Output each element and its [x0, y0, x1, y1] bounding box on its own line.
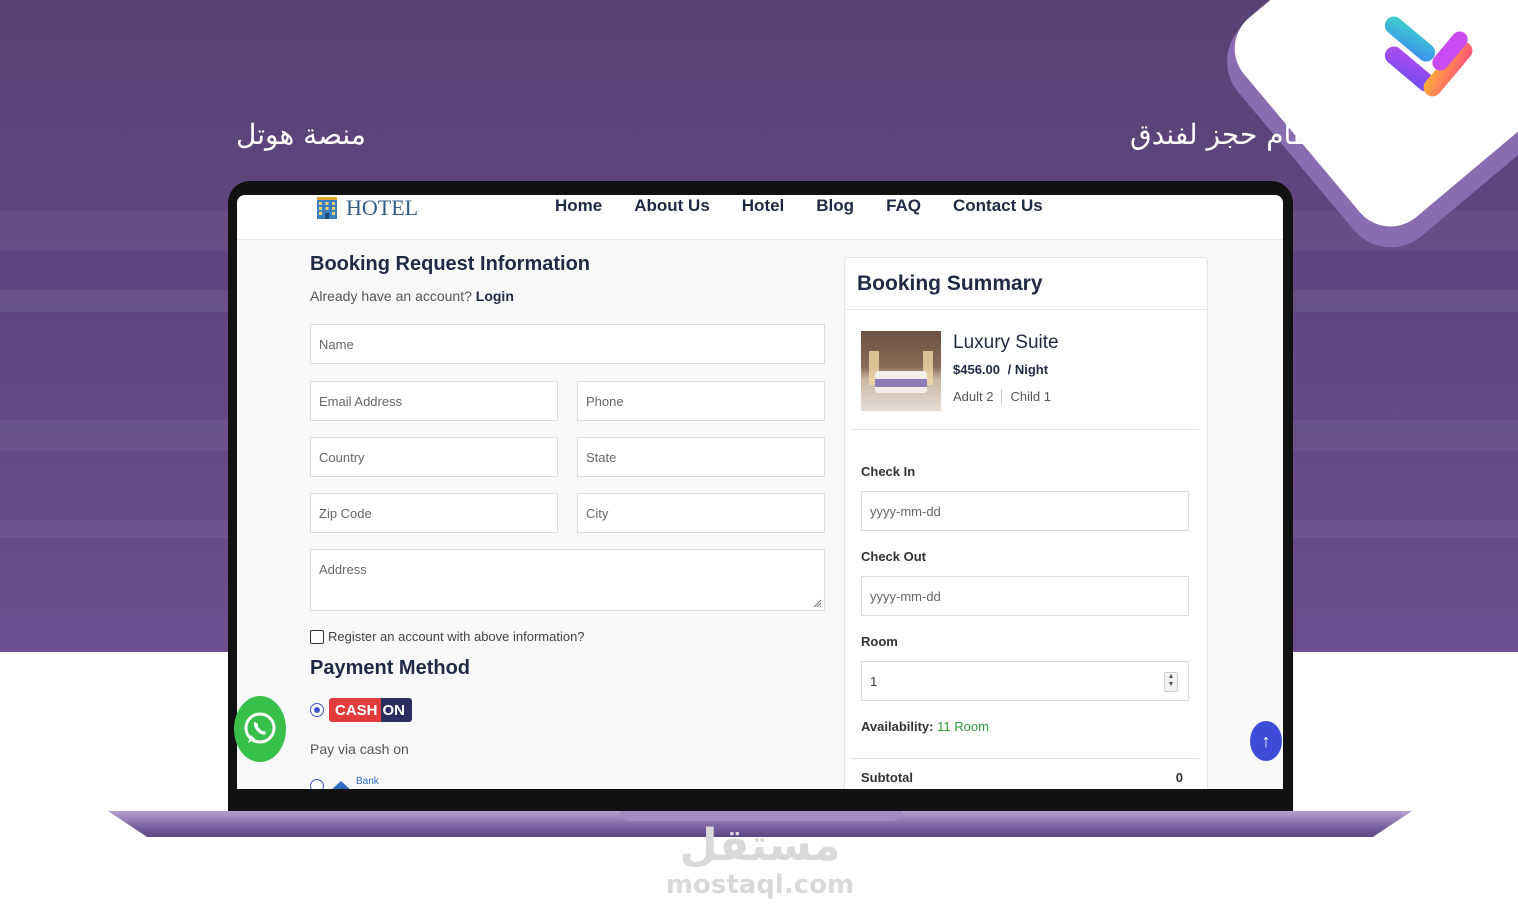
nav-menu: Home About Us Hotel Blog FAQ Contact Us	[555, 195, 1075, 216]
payment-method-title: Payment Method	[310, 657, 471, 679]
booking-form-header: Booking Request Information Already have…	[310, 253, 826, 304]
room-label: Room	[861, 634, 898, 649]
banner-title-left: منصة هوتل	[236, 118, 366, 151]
bank-label: Bank	[356, 775, 379, 787]
scroll-to-top-button[interactable]: ↑	[1250, 721, 1282, 761]
laptop-screen: HOTEL Home About Us Hotel Blog FAQ Conta…	[237, 195, 1283, 789]
subtotal-row: Subtotal 0	[861, 770, 1183, 785]
hotel-building-icon	[317, 197, 337, 219]
register-label: Register an account with above informati…	[328, 629, 585, 644]
room-price-unit: / Night	[1007, 362, 1049, 377]
whatsapp-icon	[244, 712, 276, 744]
email-input[interactable]: Email Address	[310, 381, 558, 421]
occupancy-divider	[1001, 389, 1003, 405]
site-logo[interactable]: HOTEL	[315, 195, 418, 221]
whatsapp-button[interactable]	[234, 696, 286, 762]
mostaql-watermark: مستقل mostaql.com	[660, 820, 860, 901]
cash-badge-navy: ON	[380, 698, 413, 722]
cash-badge-red: CASH	[329, 698, 381, 722]
availability-value: 11 Room	[937, 719, 989, 734]
check-out-label: Check Out	[861, 549, 927, 564]
cash-payment-option[interactable]: CASH ON	[310, 698, 413, 722]
check-in-label: Check In	[861, 464, 916, 479]
nav-home-link[interactable]: Home	[555, 195, 602, 216]
check-in-input[interactable]: yyyy-mm-dd	[861, 491, 1189, 531]
account-prompt: Already have an account? Login	[310, 288, 826, 304]
nav-blog-link[interactable]: Blog	[816, 195, 854, 216]
top-navbar: HOTEL Home About Us Hotel Blog FAQ Conta…	[237, 195, 1283, 240]
nav-hotel-link[interactable]: Hotel	[742, 195, 785, 216]
address-textarea[interactable]: Address	[310, 549, 825, 611]
watermark-arabic: مستقل	[679, 820, 841, 871]
country-input[interactable]: Country	[310, 437, 558, 477]
zip-code-input[interactable]: Zip Code	[310, 493, 558, 533]
booking-title: Booking Request Information	[310, 253, 590, 275]
room-quantity-value: 1	[870, 673, 878, 689]
resize-handle-icon[interactable]	[812, 598, 822, 608]
brand-logo-icon	[1384, 16, 1473, 97]
availability-label: Availability:	[861, 719, 934, 734]
address-placeholder: Address	[319, 562, 367, 577]
bank-payment-option[interactable]: Bank	[310, 775, 379, 789]
room-price: $456.00 / Night	[953, 362, 1048, 377]
banner-title-right: نظام حجز لفندق	[1130, 118, 1323, 151]
booking-summary-card: Booking Summary Luxury Suite $456.00 / N…	[844, 257, 1208, 789]
room-occupancy: Adult 2 Child 1	[953, 389, 1051, 405]
subtotal-label: Subtotal	[861, 770, 913, 785]
cash-radio[interactable]	[310, 703, 324, 717]
register-checkbox[interactable]	[310, 629, 324, 644]
nav-about-link[interactable]: About Us	[634, 195, 710, 216]
room-thumbnail	[861, 331, 941, 411]
subtotal-value: 0	[1175, 770, 1183, 785]
state-input[interactable]: State	[577, 437, 825, 477]
cash-on-badge: CASH ON	[329, 698, 413, 722]
summary-divider	[851, 429, 1199, 430]
room-quantity-input[interactable]: 1 ▲ ▼	[861, 661, 1189, 701]
cash-payment-description: Pay via cash on	[310, 741, 409, 757]
watermark-latin: mostaql.com	[665, 870, 855, 900]
check-out-input[interactable]: yyyy-mm-dd	[861, 576, 1189, 616]
bank-icon	[332, 781, 350, 789]
room-stepper-icon[interactable]: ▲ ▼	[1164, 672, 1178, 692]
nav-contact-link[interactable]: Contact Us	[953, 195, 1043, 216]
phone-input[interactable]: Phone	[577, 381, 825, 421]
children-count: Child 1	[1010, 389, 1051, 404]
name-input[interactable]: Name	[310, 324, 825, 364]
brand-name: HOTEL	[346, 195, 419, 220]
register-row: Register an account with above informati…	[310, 629, 585, 644]
arrow-up-icon: ↑	[1261, 730, 1271, 751]
city-input[interactable]: City	[577, 493, 825, 533]
room-name: Luxury Suite	[953, 332, 1059, 353]
room-price-amount: $456.00	[953, 362, 1000, 377]
bank-radio[interactable]	[310, 779, 324, 789]
account-prompt-text: Already have an account?	[310, 288, 472, 304]
login-link[interactable]: Login	[476, 288, 514, 304]
booking-summary-title: Booking Summary	[845, 258, 1207, 310]
subtotal-divider	[851, 758, 1199, 759]
nav-faq-link[interactable]: FAQ	[886, 195, 921, 216]
adults-count: Adult 2	[953, 389, 994, 404]
availability: Availability: 11 Room	[861, 719, 989, 734]
